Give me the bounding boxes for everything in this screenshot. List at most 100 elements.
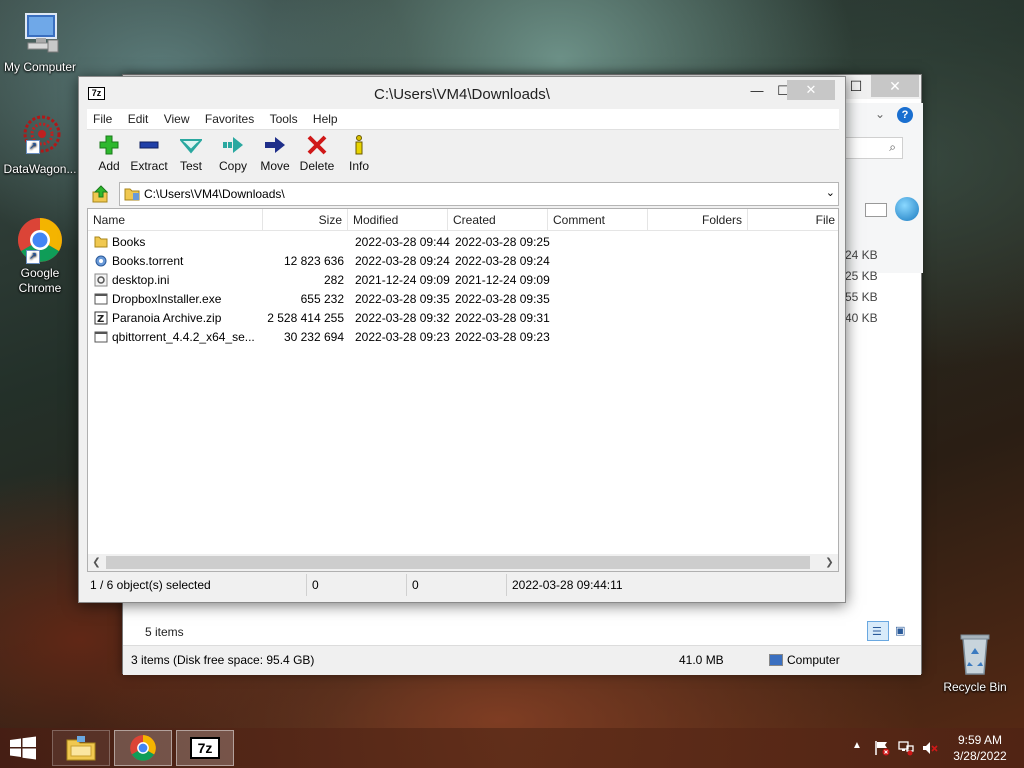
column-header-file[interactable]: File	[748, 209, 838, 231]
status-size-2: 0	[409, 574, 507, 596]
move-button[interactable]: Move	[253, 134, 297, 173]
desktop-icon-google-chrome[interactable]: ↗ Google Chrome	[0, 216, 80, 296]
shell-icon[interactable]	[895, 197, 919, 221]
table-row[interactable]: qbittorrent_4.4.2_x64_se... 30 232 694 2…	[88, 328, 838, 347]
file-modified: 2022-03-28 09:32	[355, 311, 450, 325]
scroll-right-icon[interactable]: ❯	[821, 554, 838, 571]
minimize-button[interactable]: —	[745, 81, 769, 101]
search-icon: ⌕	[889, 140, 896, 154]
desktop-icon-datawagon[interactable]: ↗ DataWagon...	[0, 112, 80, 177]
desktop-icon-recycle-bin[interactable]: Recycle Bin	[935, 630, 1015, 695]
desktop-icon-label: Google Chrome	[18, 266, 62, 295]
desktop-icon-label: DataWagon...	[3, 162, 77, 176]
add-button[interactable]: Add	[87, 134, 131, 173]
taskbar-7zip[interactable]: 7z	[176, 730, 234, 766]
address-bar-row: C:\Users\VM4\Downloads\ ⌄	[87, 181, 839, 207]
menu-edit[interactable]: Edit	[122, 109, 155, 129]
window-title: C:\Users\VM4\Downloads\	[374, 86, 550, 103]
file-name: desktop.ini	[112, 273, 170, 287]
bg-window-close-button[interactable]: ✕	[871, 75, 919, 97]
address-input[interactable]: C:\Users\VM4\Downloads\ ⌄	[119, 182, 839, 206]
table-row[interactable]: Books.torrent 12 823 636 2022-03-28 09:2…	[88, 252, 838, 271]
details-view-button[interactable]: ☰	[867, 621, 889, 641]
volume-muted-icon[interactable]	[922, 740, 938, 756]
view-toggle-icon[interactable]	[865, 203, 887, 217]
windows-logo-icon	[10, 736, 36, 760]
delete-button-label: Delete	[299, 159, 335, 173]
column-header-size[interactable]: Size	[263, 209, 348, 231]
window-titlebar[interactable]: 7z C:\Users\VM4\Downloads\ — ☐ ✕	[79, 77, 845, 107]
chrome-icon: ↗	[16, 216, 64, 264]
table-row[interactable]: Z Paranoia Archive.zip 2 528 414 255 202…	[88, 309, 838, 328]
status-size-1: 0	[309, 574, 407, 596]
status-datetime: 2022-03-28 09:44:11	[512, 578, 623, 592]
settings-file-icon	[94, 273, 108, 287]
horizontal-scrollbar[interactable]: ❮ ❯	[88, 554, 838, 571]
info-icon	[337, 134, 381, 156]
table-row[interactable]: Books 2022-03-28 09:44 2022-03-28 09:25	[88, 233, 838, 252]
7zip-file-manager-window[interactable]: 7z C:\Users\VM4\Downloads\ — ☐ ✕ File Ed…	[78, 76, 846, 603]
delete-button[interactable]: Delete	[295, 134, 339, 173]
file-size: 30 232 694	[283, 330, 344, 344]
desktop-icon-label: My Computer	[3, 60, 77, 74]
column-header-name[interactable]: Name	[88, 209, 263, 231]
copy-button-label: Copy	[218, 159, 247, 173]
close-icon: ✕	[805, 82, 817, 97]
7zip-icon-label: 7z	[197, 740, 213, 756]
menu-help[interactable]: Help	[307, 109, 344, 129]
details-view-icon: ☰	[872, 626, 882, 638]
bg-search-box[interactable]: ⌕	[845, 137, 903, 159]
file-name: Books	[112, 235, 146, 249]
file-name: DropboxInstaller.exe	[112, 292, 222, 306]
close-button[interactable]: ✕	[787, 80, 835, 100]
scrollbar-thumb[interactable]	[106, 556, 810, 569]
extract-button-label: Extract	[130, 159, 168, 173]
up-folder-button[interactable]	[91, 184, 111, 204]
taskbar-clock[interactable]: 9:59 AM 3/28/2022	[940, 732, 1020, 764]
network-icon[interactable]	[898, 740, 914, 756]
show-hidden-icons-icon[interactable]: ▲	[852, 740, 862, 751]
bg-status-size: 41.0 MB	[679, 653, 724, 667]
address-path: C:\Users\VM4\Downloads\	[144, 187, 285, 201]
action-center-flag-icon[interactable]	[874, 740, 890, 756]
test-button[interactable]: Test	[169, 134, 213, 173]
taskbar: 7z ▲ 9:59 AM 3/28/2022	[0, 728, 1024, 768]
file-modified: 2022-03-28 09:23	[355, 330, 450, 344]
column-header-folders[interactable]: Folders	[648, 209, 748, 231]
chevron-down-icon[interactable]: ⌄	[875, 107, 885, 121]
file-created: 2022-03-28 09:35	[455, 292, 550, 306]
column-header-created[interactable]: Created	[448, 209, 548, 231]
menu-view[interactable]: View	[158, 109, 196, 129]
table-row[interactable]: desktop.ini 282 2021-12-24 09:09 2021-12…	[88, 271, 838, 290]
extract-button[interactable]: Extract	[127, 134, 171, 173]
menu-favorites[interactable]: Favorites	[199, 109, 260, 129]
copy-button[interactable]: Copy	[211, 134, 255, 173]
add-button-label: Add	[98, 159, 120, 173]
file-size: 282	[323, 273, 344, 287]
column-header-comment[interactable]: Comment	[548, 209, 648, 231]
thumbnail-view-icon: ▣	[895, 625, 906, 637]
taskbar-file-explorer[interactable]	[52, 730, 110, 766]
scroll-left-icon[interactable]: ❮	[88, 554, 105, 571]
bg-size-value: 55 KB	[845, 290, 878, 304]
folder-icon	[124, 187, 140, 201]
chevron-down-icon[interactable]: ⌄	[826, 186, 835, 199]
info-button[interactable]: Info	[337, 134, 381, 173]
column-header-modified[interactable]: Modified	[348, 209, 448, 231]
system-tray: ▲	[848, 728, 940, 768]
file-size: 655 232	[300, 292, 344, 306]
menu-file[interactable]: File	[87, 109, 118, 129]
thumbnail-view-button[interactable]: ▣	[891, 621, 913, 641]
computer-small-icon	[769, 654, 783, 666]
bg-window-maximize-button[interactable]: ☐	[843, 75, 869, 97]
start-button[interactable]	[8, 736, 38, 760]
desktop-icon-my-computer[interactable]: My Computer	[0, 10, 80, 75]
status-selection: 1 / 6 object(s) selected	[87, 574, 307, 596]
menu-tools[interactable]: Tools	[264, 109, 304, 129]
help-icon[interactable]: ?	[897, 107, 913, 123]
taskbar-google-chrome[interactable]	[114, 730, 172, 766]
file-list[interactable]: Name Size Modified Created Comment Folde…	[87, 208, 839, 572]
table-row[interactable]: DropboxInstaller.exe 655 232 2022-03-28 …	[88, 290, 838, 309]
check-icon	[169, 134, 213, 156]
file-created: 2022-03-28 09:23	[455, 330, 550, 344]
